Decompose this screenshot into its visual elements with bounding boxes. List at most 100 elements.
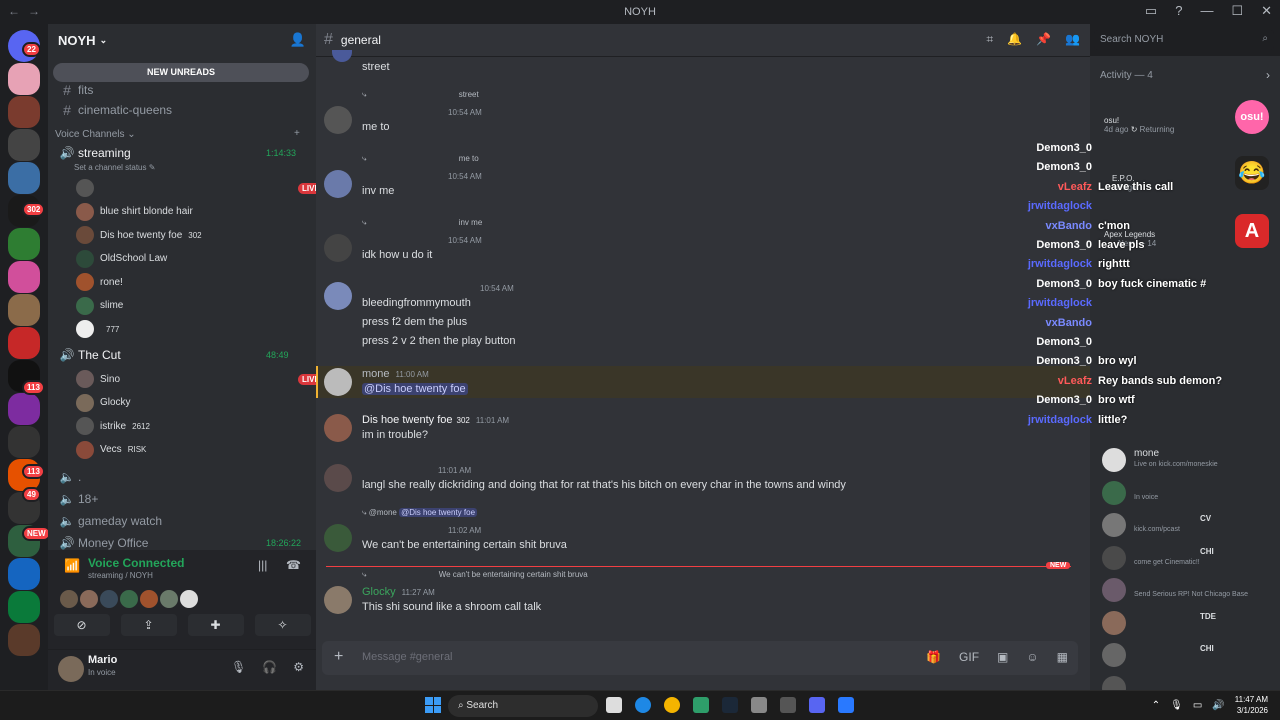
voice-member[interactable]: Glocky xyxy=(76,393,131,413)
server-header[interactable]: NOYH ⌄ 👤 xyxy=(48,24,316,57)
reply-reference[interactable]: ⤷ inv me xyxy=(362,218,482,228)
sticker-icon[interactable]: ▣ xyxy=(997,650,1008,664)
maximize-button[interactable]: ☐ xyxy=(1231,3,1243,19)
taskbar-search[interactable]: ⌕ Search xyxy=(448,695,598,717)
member-list-icon[interactable]: 👥 xyxy=(1065,32,1080,47)
avatar[interactable] xyxy=(324,368,352,396)
message-author[interactable] xyxy=(362,525,442,533)
avatar[interactable] xyxy=(324,586,352,614)
discord-icon[interactable] xyxy=(809,697,825,713)
member-list-item[interactable]: TDE xyxy=(1102,609,1278,639)
attach-plus-icon[interactable]: + xyxy=(334,648,343,666)
settings-icon[interactable] xyxy=(780,697,796,713)
gear-icon[interactable]: ⚙ xyxy=(293,660,304,674)
avatar[interactable] xyxy=(324,106,352,134)
voice-member[interactable]: blue shirt blonde hair xyxy=(76,202,193,222)
channel-status-hint[interactable]: Set a channel status ✎ xyxy=(74,163,155,172)
avatar[interactable] xyxy=(80,590,98,608)
add-member-icon[interactable]: 👤 xyxy=(290,32,306,48)
voice-member[interactable]: istrike 2612 xyxy=(76,416,150,436)
voice-member[interactable]: OldSchool Law xyxy=(76,249,167,269)
avatar[interactable] xyxy=(140,590,158,608)
member-list-item[interactable]: CHI xyxy=(1102,641,1278,671)
soundboard-button[interactable]: ✧ xyxy=(254,614,311,636)
reply-reference[interactable]: ⤷ @mone @Dis hoe twenty foe xyxy=(362,508,478,518)
username[interactable]: Mario xyxy=(88,654,117,666)
message-composer[interactable]: + Message #general 🎁 GIF ▣ ☺ ▦ xyxy=(322,641,1078,675)
help-icon[interactable]: ? xyxy=(1175,3,1182,19)
voice-channel-dot[interactable]: 🔈. xyxy=(56,470,82,484)
activity-entry[interactable]: osu! 4d ago ↻ Returning xyxy=(1104,116,1174,134)
avatar[interactable] xyxy=(324,464,352,492)
member-list-item[interactable]: In voice xyxy=(1102,479,1278,509)
message-author[interactable] xyxy=(362,235,442,243)
steam-icon[interactable] xyxy=(722,697,738,713)
voice-member[interactable]: slime xyxy=(76,296,123,316)
headphones-icon[interactable]: 🎧 xyxy=(262,660,277,674)
avatar[interactable] xyxy=(100,590,118,608)
close-button[interactable]: ✕ xyxy=(1261,3,1272,19)
emoji-game-icon[interactable]: 😂 xyxy=(1235,156,1269,190)
reply-reference[interactable]: ⤷ me to xyxy=(362,154,479,164)
avatar[interactable] xyxy=(160,590,178,608)
search-input[interactable]: Search NOYH ⌕ xyxy=(1094,30,1274,50)
voice-member[interactable]: rone! xyxy=(76,272,123,292)
app-icon[interactable] xyxy=(693,697,709,713)
apps-icon[interactable]: ▦ xyxy=(1057,650,1068,664)
noise-suppression-icon[interactable]: ||| xyxy=(258,558,267,572)
minimize-button[interactable]: — xyxy=(1200,3,1213,19)
member-list-item[interactable]: mone Live on kick.com/moneskie xyxy=(1102,446,1278,476)
gift-icon[interactable]: 🎁 xyxy=(926,650,941,664)
activities-button[interactable]: ✚ xyxy=(187,614,244,636)
volume-icon[interactable]: 🔊 xyxy=(1212,700,1224,711)
chevron-up-icon[interactable]: ⌃ xyxy=(1152,700,1160,711)
server-icon[interactable] xyxy=(8,63,40,95)
message-author[interactable] xyxy=(362,107,442,115)
voice-member[interactable]: Vecs RISK xyxy=(76,440,146,460)
message-author[interactable] xyxy=(362,283,474,291)
reply-reference[interactable]: ⤷ street xyxy=(362,90,479,100)
voice-member[interactable]: LIVE xyxy=(76,178,316,198)
clock[interactable]: 11:47 AM 3/1/2026 xyxy=(1235,694,1268,716)
avatar[interactable] xyxy=(120,590,138,608)
server-icon[interactable] xyxy=(8,393,40,425)
voice-channels-category[interactable]: Voice Channels ⌄ xyxy=(55,129,136,140)
inbox-icon[interactable]: ▭ xyxy=(1145,3,1157,19)
avatar[interactable] xyxy=(58,656,84,682)
windows-start-icon[interactable] xyxy=(425,697,441,713)
avatar[interactable] xyxy=(324,524,352,552)
camera-off-button[interactable]: ⊘ xyxy=(53,614,110,636)
apex-game-icon[interactable]: A xyxy=(1235,214,1269,248)
voice-channel-18plus[interactable]: 🔈 18+ xyxy=(56,492,99,506)
member-list-item[interactable]: CHI come get Cinematic!! xyxy=(1102,544,1278,574)
voice-channel-gameday-watch[interactable]: 🔈 gameday watch xyxy=(56,514,163,528)
server-icon[interactable] xyxy=(8,261,40,293)
server-icon[interactable] xyxy=(8,624,40,656)
server-icon[interactable] xyxy=(8,228,40,260)
user-mention[interactable]: @Dis hoe twenty foe xyxy=(362,383,468,395)
server-icon[interactable] xyxy=(8,426,40,458)
voice-member[interactable]: Dis hoe twenty foe 302 xyxy=(76,225,202,245)
avatar[interactable] xyxy=(324,282,352,310)
app-icon[interactable] xyxy=(838,697,854,713)
screen-share-button[interactable]: ⇪ xyxy=(120,614,177,636)
server-icon[interactable] xyxy=(8,591,40,623)
chrome-icon[interactable] xyxy=(664,697,680,713)
microphone-icon[interactable]: 🎙 xyxy=(231,660,246,674)
edge-icon[interactable] xyxy=(635,697,651,713)
server-icon[interactable] xyxy=(8,558,40,590)
avatar[interactable] xyxy=(324,414,352,442)
voice-member[interactable]: Sino LIVE xyxy=(76,369,316,389)
voice-channel-money-office[interactable]: 🔊 Money Office 18:26:22 xyxy=(56,536,302,550)
message-author[interactable] xyxy=(362,465,432,473)
message-author[interactable]: Dis hoe twenty foe xyxy=(362,414,453,426)
bell-icon[interactable]: 🔔 xyxy=(1007,32,1022,47)
member-list-item[interactable]: Send Serious RP! Not Chicago Base xyxy=(1102,576,1278,606)
voice-channel-the-cut[interactable]: 🔊 The Cut 48:49 xyxy=(56,348,289,362)
threads-icon[interactable]: ⌗ xyxy=(986,32,993,47)
network-icon[interactable]: ▭ xyxy=(1193,700,1202,711)
chevron-right-icon[interactable]: › xyxy=(1266,68,1270,82)
gif-icon[interactable]: GIF xyxy=(959,650,979,664)
avatar[interactable] xyxy=(180,590,198,608)
server-icon[interactable] xyxy=(8,129,40,161)
